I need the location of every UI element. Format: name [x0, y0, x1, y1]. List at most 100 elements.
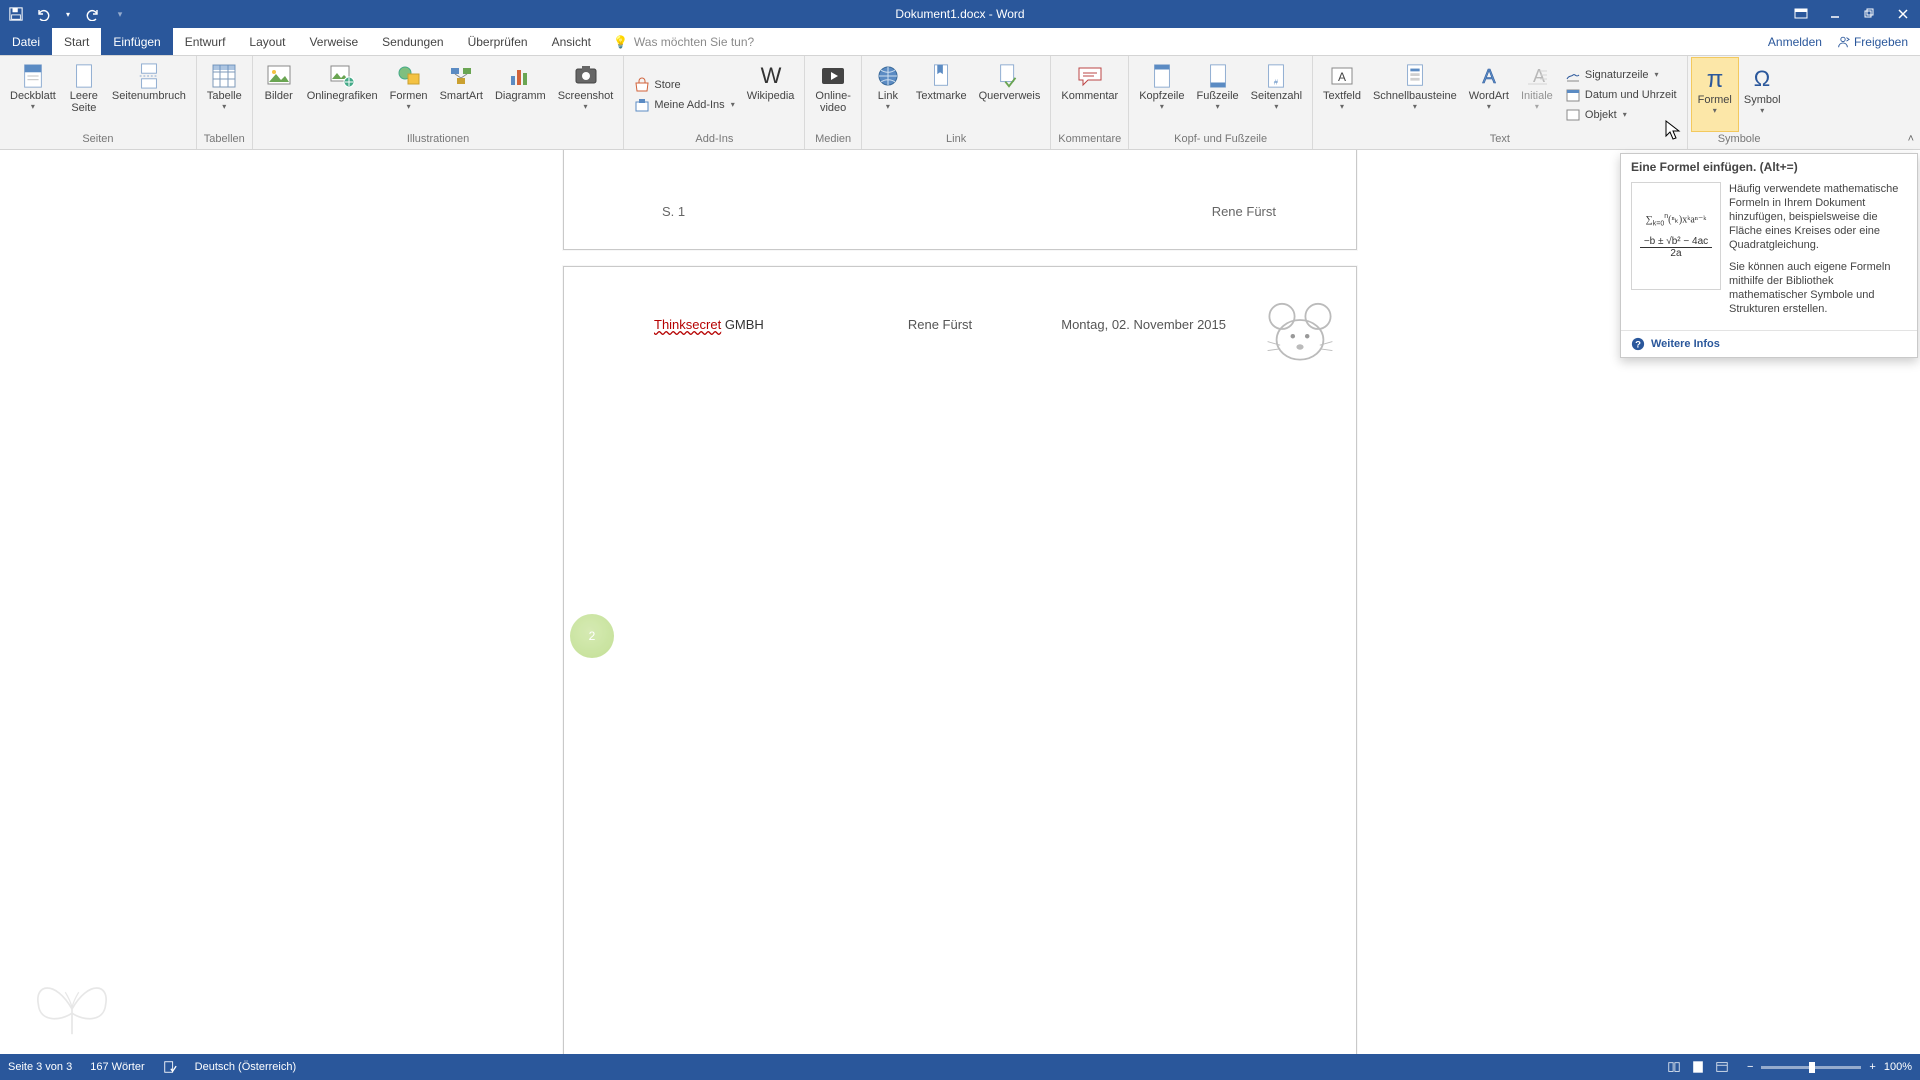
store-icon	[634, 77, 650, 93]
screenshot-icon	[570, 62, 602, 90]
web-layout-icon[interactable]	[1715, 1060, 1729, 1074]
equation-button[interactable]: πFormel▾	[1692, 58, 1738, 131]
page-number-button[interactable]: #Seitenzahl▾	[1245, 58, 1308, 131]
header-date: Montag, 02. November 2015	[1035, 317, 1296, 332]
share-icon	[1836, 35, 1850, 49]
share-button[interactable]: Freigeben	[1836, 35, 1908, 49]
sign-in-link[interactable]: Anmelden	[1768, 35, 1822, 49]
screenshot-button[interactable]: Screenshot▾	[552, 58, 620, 131]
page-number-icon: #	[1260, 62, 1292, 90]
ribbon-display-options-icon[interactable]	[1784, 0, 1818, 28]
tab-einfuegen[interactable]: Einfügen	[101, 28, 172, 55]
wordart-button[interactable]: AWordArt▾	[1463, 58, 1515, 131]
svg-text:W: W	[760, 64, 781, 88]
tab-ueberpruefen[interactable]: Überprüfen	[456, 28, 540, 55]
group-seiten: Deckblatt▾ Leere Seite Seitenumbruch Sei…	[0, 56, 197, 149]
page-current: Thinksecret GMBH Rene Fürst Montag, 02. …	[563, 266, 1357, 1054]
online-pictures-button[interactable]: Onlinegrafiken	[301, 58, 384, 131]
group-label-illustrationen: Illustrationen	[257, 131, 620, 149]
tell-me-search[interactable]: 💡 Was möchten Sie tun?	[613, 28, 754, 55]
group-kommentare: Kommentar Kommentare	[1051, 56, 1129, 149]
object-button[interactable]: Objekt▾	[1565, 107, 1677, 123]
wordart-icon: A	[1473, 62, 1505, 90]
ribbon-tabs: Datei Start Einfügen Entwurf Layout Verw…	[0, 28, 1920, 56]
cross-reference-button[interactable]: Querverweis	[973, 58, 1047, 131]
status-word-count[interactable]: 167 Wörter	[90, 1061, 144, 1073]
zoom-out-button[interactable]: −	[1747, 1061, 1753, 1073]
footer-icon	[1202, 62, 1234, 90]
undo-dropdown-icon[interactable]: ▾	[58, 4, 78, 24]
tab-file[interactable]: Datei	[0, 28, 52, 55]
maximize-icon[interactable]	[1852, 0, 1886, 28]
date-time-button[interactable]: Datum und Uhrzeit	[1565, 87, 1677, 103]
chart-button[interactable]: Diagramm	[489, 58, 552, 131]
print-layout-icon[interactable]	[1691, 1060, 1705, 1074]
wikipedia-button[interactable]: WWikipedia	[741, 58, 801, 131]
page-break-icon	[133, 62, 165, 90]
online-video-button[interactable]: Online- video	[809, 58, 856, 131]
svg-text:A: A	[1482, 66, 1496, 88]
my-addins-button[interactable]: Meine Add-Ins▾	[634, 97, 734, 113]
cross-reference-icon	[993, 62, 1025, 90]
signature-line-button[interactable]: Signaturzeile▾	[1565, 67, 1677, 83]
date-icon	[1565, 87, 1581, 103]
equation-icon: π	[1699, 62, 1731, 94]
footer-button[interactable]: Fußzeile▾	[1190, 58, 1244, 131]
header-button[interactable]: Kopfzeile▾	[1133, 58, 1190, 131]
zoom-in-button[interactable]: +	[1869, 1061, 1875, 1073]
table-button[interactable]: Tabelle▾	[201, 58, 248, 131]
tab-ansicht[interactable]: Ansicht	[540, 28, 603, 55]
page-break-button[interactable]: Seitenumbruch	[106, 58, 192, 131]
previous-footer-page: S. 1	[662, 204, 685, 219]
group-addins: Store Meine Add-Ins▾ WWikipedia Add-Ins	[624, 56, 805, 149]
minimize-icon[interactable]	[1818, 0, 1852, 28]
shapes-icon	[393, 62, 425, 90]
status-language[interactable]: Deutsch (Österreich)	[195, 1061, 296, 1073]
title-bar: ▾ ▾ Dokument1.docx - Word	[0, 0, 1920, 28]
zoom-slider[interactable]	[1761, 1066, 1861, 1069]
tooltip-title: Eine Formel einfügen. (Alt+=)	[1621, 154, 1917, 178]
group-tabellen: Tabelle▾ Tabellen	[197, 56, 253, 149]
lightbulb-icon: 💡	[613, 35, 628, 49]
tab-start[interactable]: Start	[52, 28, 101, 55]
symbol-button[interactable]: ΩSymbol▾	[1738, 58, 1787, 131]
tooltip-description: Häufig verwendete mathematische Formeln …	[1729, 182, 1907, 324]
bookmark-button[interactable]: Textmarke	[910, 58, 973, 131]
undo-icon[interactable]	[32, 4, 52, 24]
qat-customize-icon[interactable]: ▾	[110, 4, 130, 24]
read-mode-icon[interactable]	[1667, 1060, 1681, 1074]
comment-button[interactable]: Kommentar	[1055, 58, 1124, 131]
zoom-level[interactable]: 100%	[1884, 1061, 1912, 1073]
quick-parts-button[interactable]: Schnellbausteine▾	[1367, 58, 1463, 131]
textbox-button[interactable]: ATextfeld▾	[1317, 58, 1367, 131]
group-label-kopf-fuss: Kopf- und Fußzeile	[1133, 131, 1308, 149]
collapse-ribbon-icon[interactable]: ˄	[1908, 133, 1914, 145]
drop-cap-button[interactable]: AInitiale▾	[1515, 58, 1559, 131]
tooltip-more-info-link[interactable]: ? Weitere Infos	[1621, 330, 1917, 357]
textbox-icon: A	[1326, 62, 1358, 90]
status-proofing-icon[interactable]	[163, 1060, 177, 1074]
deckblatt-button[interactable]: Deckblatt▾	[4, 58, 62, 131]
watermark-butterfly	[30, 974, 114, 1044]
shapes-button[interactable]: Formen▾	[384, 58, 434, 131]
status-page[interactable]: Seite 3 von 3	[8, 1061, 72, 1073]
close-icon[interactable]	[1886, 0, 1920, 28]
store-button[interactable]: Store	[634, 77, 734, 93]
page-previous: Quelle: Mond - https://de.wikipedia.org …	[563, 150, 1357, 250]
svg-text:?: ?	[1635, 340, 1641, 351]
svg-text:A: A	[1338, 70, 1346, 84]
link-button[interactable]: Link▾	[866, 58, 910, 131]
blank-page-button[interactable]: Leere Seite	[62, 58, 106, 131]
tab-sendungen[interactable]: Sendungen	[370, 28, 455, 55]
tab-layout[interactable]: Layout	[237, 28, 297, 55]
redo-icon[interactable]	[84, 4, 104, 24]
svg-text:Ω: Ω	[1754, 66, 1770, 91]
pictures-button[interactable]: Bilder	[257, 58, 301, 131]
smartart-button[interactable]: SmartArt	[434, 58, 489, 131]
tooltip-preview-image: ∑k=0n(ⁿₖ)xᵏaⁿ⁻ᵏ −b ± √b² − 4ac2a	[1631, 182, 1721, 290]
tab-verweise[interactable]: Verweise	[297, 28, 370, 55]
help-icon: ?	[1631, 337, 1645, 351]
tab-entwurf[interactable]: Entwurf	[173, 28, 238, 55]
group-text: ATextfeld▾ Schnellbausteine▾ AWordArt▾ A…	[1313, 56, 1688, 149]
save-icon[interactable]	[6, 4, 26, 24]
